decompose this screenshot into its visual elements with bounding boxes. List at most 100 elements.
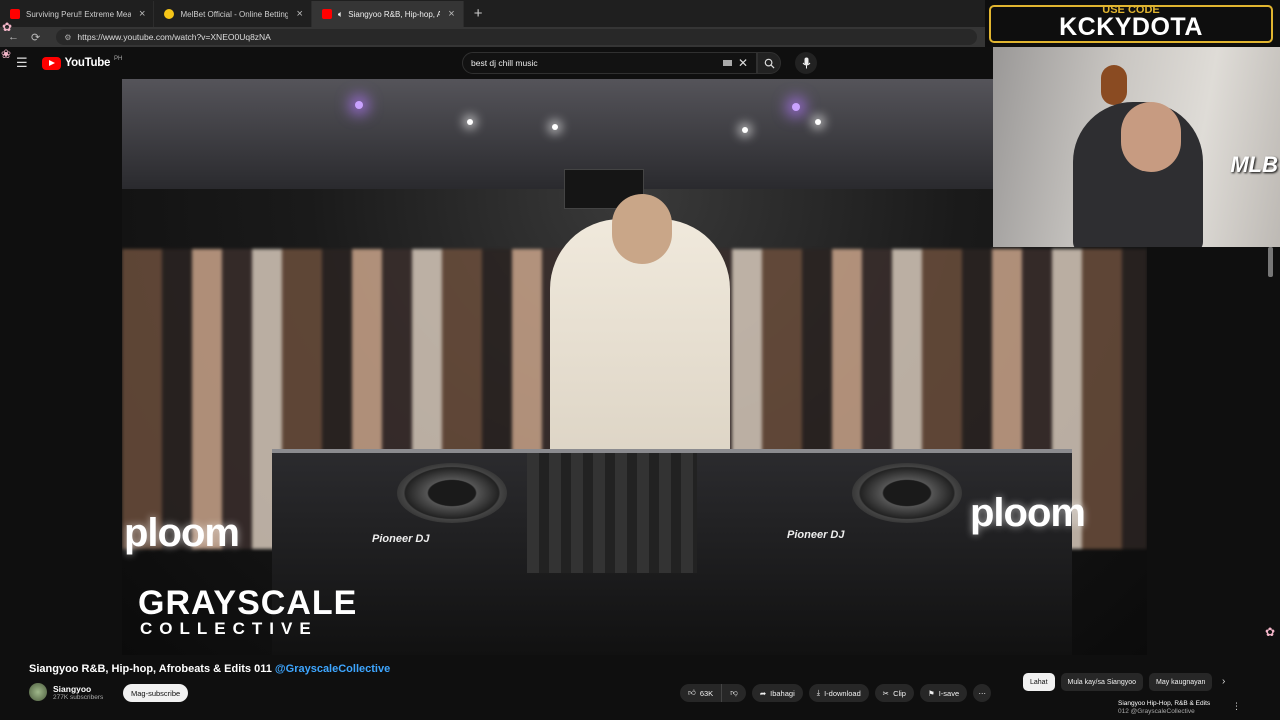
chip-all[interactable]: Lahat: [1023, 673, 1055, 691]
youtube-favicon-icon: [10, 9, 20, 19]
sponsor-logo-right: ploom: [970, 491, 1086, 535]
video-title-text: Siangyoo R&B, Hip-hop, Afrobeats & Edits…: [29, 663, 272, 675]
youtube-favicon-icon: [321, 9, 332, 19]
tab-title: MelBet Official - Online Betting W: [180, 9, 289, 19]
close-tab-icon[interactable]: ×: [139, 8, 145, 20]
video-scene-light: [742, 127, 748, 133]
scissors-icon: ✂: [882, 688, 890, 698]
search-icon: [764, 58, 775, 69]
url-field[interactable]: ⚙ https://www.youtube.com/watch?v=XNEO0U…: [56, 29, 977, 45]
browser-tab-2[interactable]: MelBet Official - Online Betting W ×: [154, 1, 312, 27]
guitar-shape: [1101, 65, 1127, 105]
channel-name[interactable]: Siangyoo: [53, 684, 103, 694]
subscribe-button[interactable]: Mag-subscribe: [123, 684, 189, 702]
webcam-badge: MLB: [1230, 152, 1278, 177]
site-info-icon[interactable]: ⚙: [64, 33, 71, 42]
more-dots-icon: ⋯: [978, 688, 986, 698]
promo-code: KCKYDOTA: [1059, 12, 1203, 41]
deck-brand-right: Pioneer DJ: [787, 529, 845, 541]
video-scene-light: [552, 124, 558, 130]
bookmark-icon: ⚑: [927, 688, 935, 698]
like-button[interactable]: 👍︎ 63K: [680, 684, 722, 702]
search-button[interactable]: [757, 52, 781, 74]
blossom-decoration-icon: ❀: [1, 47, 12, 61]
clip-button[interactable]: ✂ Clip: [874, 684, 914, 702]
video-scene-dj-setup: Pioneer DJ Pioneer DJ: [272, 449, 1072, 655]
search-query-text: best dj chill music: [471, 58, 538, 68]
browser-tab-3-active[interactable]: 🔈︎ Siangyoo R&B, Hip-hop, Afro ×: [311, 1, 464, 27]
share-label: Ibahagi: [770, 688, 795, 698]
download-button[interactable]: ⤓ I-download: [808, 684, 869, 702]
next-video-item[interactable]: Siangyoo Hip-Hop, R&B & Edits 012 @Grays…: [1118, 700, 1228, 716]
next-video-title: Siangyoo Hip-Hop, R&B & Edits: [1118, 700, 1211, 707]
recommendation-filter-chips: Lahat Mula kay/sa Siangyoo May kaugnayan: [1023, 673, 1213, 691]
channel-text: Siangyoo 277K subscribers: [53, 684, 103, 701]
promo-code-banner: USE CODE KCKYDOTA: [985, 0, 1280, 47]
save-button[interactable]: ⚑ I-save: [919, 684, 968, 702]
tab-title: Siangyoo R&B, Hip-hop, Afro: [348, 9, 441, 19]
download-label: I-download: [824, 688, 861, 698]
youtube-play-icon: [41, 56, 61, 70]
channel-watermark-sub: COLLECTIVE: [140, 619, 318, 638]
keyboard-icon[interactable]: [722, 60, 732, 66]
video-title: Siangyoo R&B, Hip-hop, Afrobeats & Edits…: [29, 663, 390, 675]
search-input[interactable]: best dj chill music ✕: [462, 52, 757, 74]
video-scene-mixer: [527, 453, 697, 573]
chip-from-channel[interactable]: Mula kay/sa Siangyoo: [1060, 673, 1144, 691]
promo-label: USE CODE: [1102, 4, 1160, 16]
new-tab-button[interactable]: +: [464, 1, 493, 27]
url-text: https://www.youtube.com/watch?v=XNEO0Uq8…: [77, 32, 271, 42]
deck-brand-left: Pioneer DJ: [372, 533, 430, 545]
video-scene-light: [467, 119, 473, 125]
microphone-icon: [802, 57, 810, 69]
browser-tab-strip: Surviving Peru‼ Extreme Meats ft × MelBe…: [0, 0, 985, 27]
share-button[interactable]: ➦ Ibahagi: [751, 684, 803, 702]
youtube-wordmark: YouTube: [64, 57, 111, 69]
thumbs-down-icon: 👎︎: [730, 688, 738, 697]
youtube-logo[interactable]: YouTube PH: [41, 56, 123, 70]
sidebar-area: [1147, 247, 1265, 655]
youtube-header: ☰ YouTube PH best dj chill music ✕: [0, 47, 993, 79]
download-icon: ⤓: [816, 688, 821, 697]
channel-watermark-main: GRAYSCALE: [138, 584, 358, 622]
melbet-favicon-icon: [164, 9, 175, 19]
voice-search-button[interactable]: [795, 52, 817, 74]
dislike-button[interactable]: 👎︎: [721, 684, 746, 702]
video-actions: 👍︎ 63K 👎︎ ➦ Ibahagi ⤓ I-download ✂ Clip …: [680, 684, 992, 702]
country-code: PH: [114, 56, 123, 62]
chevron-right-icon[interactable]: ›: [1222, 676, 1225, 687]
webcam-face: [1121, 102, 1181, 172]
chip-related[interactable]: May kaugnayan: [1149, 673, 1213, 691]
sponsor-logo-left: ploom: [124, 511, 240, 555]
streamer-webcam: MLB: [993, 47, 1280, 247]
video-scene-light: [355, 101, 363, 109]
save-label: I-save: [938, 688, 960, 698]
promo-code-frame: USE CODE KCKYDOTA: [989, 4, 1273, 43]
more-vert-icon[interactable]: ⋮: [1232, 701, 1241, 712]
video-scene-light: [815, 119, 821, 125]
close-tab-icon[interactable]: ×: [296, 8, 302, 20]
page-scrollbar[interactable]: [1268, 247, 1273, 277]
channel-avatar[interactable]: [29, 683, 47, 701]
share-arrow-icon: ➦: [759, 688, 767, 698]
video-title-hashtag-link[interactable]: @GrayscaleCollective: [275, 663, 390, 675]
reload-icon[interactable]: ⟳: [31, 31, 40, 44]
more-actions-button[interactable]: ⋯: [973, 684, 992, 702]
next-video-subtitle: 012 @GrayscaleCollective: [1118, 708, 1195, 715]
channel-info: Siangyoo 277K subscribers: [29, 683, 103, 701]
video-scene-light: [792, 103, 800, 111]
browser-tab-1[interactable]: Surviving Peru‼ Extreme Meats ft ×: [0, 1, 155, 27]
clear-search-icon[interactable]: ✕: [738, 56, 748, 70]
tab-title: Surviving Peru‼ Extreme Meats ft: [26, 9, 131, 19]
blossom-decoration-icon: ✿: [1265, 625, 1276, 639]
video-scene-dj-head: [612, 194, 672, 264]
audio-playing-icon[interactable]: 🔈︎: [338, 9, 343, 20]
video-scene-turntable: [397, 463, 507, 523]
blossom-decoration-icon: ✿: [2, 20, 13, 34]
channel-subscribers: 277K subscribers: [53, 693, 104, 701]
thumbs-up-icon: 👍︎: [688, 688, 696, 697]
close-tab-icon[interactable]: ×: [448, 8, 454, 20]
clip-label: Clip: [893, 688, 906, 698]
address-bar-row: ← ⟳ ⚙ https://www.youtube.com/watch?v=XN…: [0, 27, 985, 47]
menu-hamburger-icon[interactable]: ☰: [16, 55, 28, 71]
